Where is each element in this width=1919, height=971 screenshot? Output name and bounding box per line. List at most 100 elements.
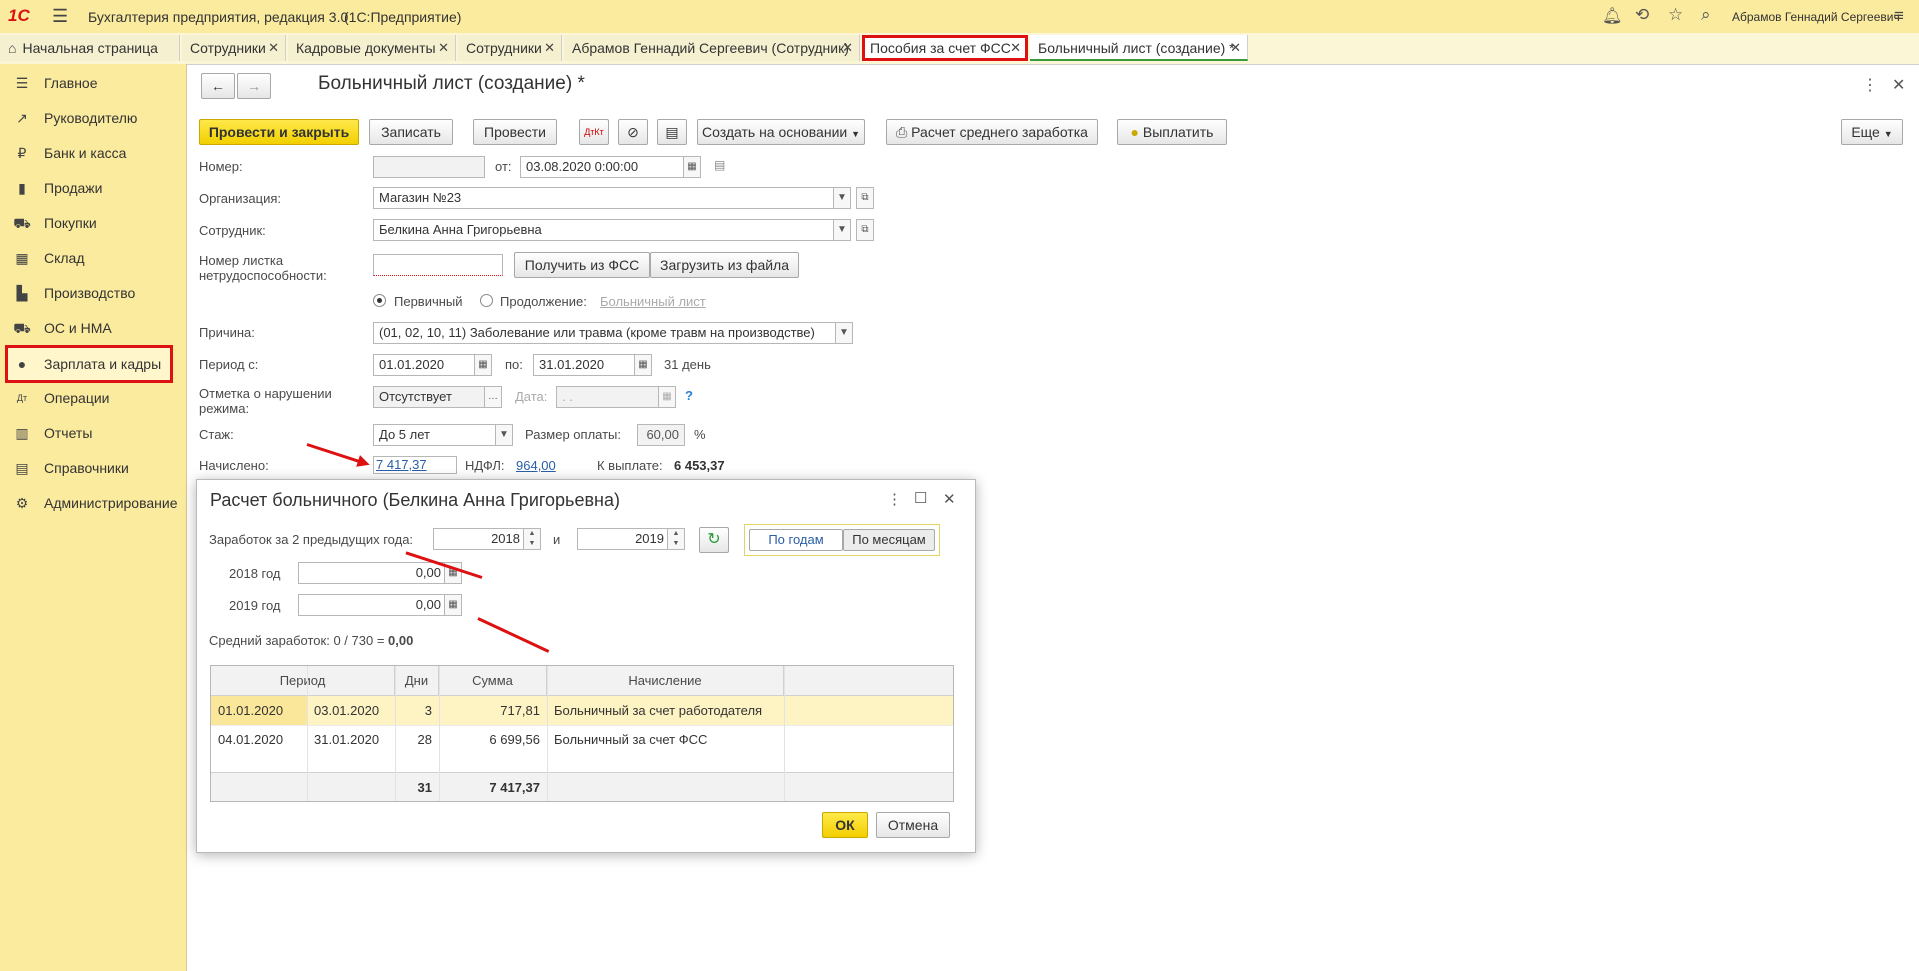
pay-size-field[interactable]: 60,00 [637,424,685,446]
organization-field[interactable]: Магазин №23 [373,187,835,209]
refresh-button[interactable]: ↻ [699,527,729,553]
user-name[interactable]: Абрамов Геннадий Сергеевич [1732,10,1900,24]
col-sum-header[interactable]: Сумма [439,666,547,695]
reason-field[interactable]: (01, 02, 10, 11) Заболевание или травма … [373,322,837,344]
dt-kt-button[interactable]: ДтКт [579,119,609,145]
save-button[interactable]: Записать [369,119,453,145]
table-row[interactable]: 04.01.2020 31.01.2020 28 6 699,56 Больни… [211,725,953,754]
sidebar-item-operations[interactable]: Дт Операции [8,383,170,413]
back-button[interactable]: ← [201,73,235,99]
sidebar-item-warehouse[interactable]: ▦ Склад [8,243,170,273]
sidebar-item-reports[interactable]: ▥ Отчеты [8,418,170,448]
sidebar-item-purchases[interactable]: ⛟ Покупки [8,208,170,238]
maximize-icon[interactable]: ☐ [914,489,927,507]
sick-sheet-link[interactable]: Больничный лист [600,294,706,309]
sidebar-item-assets[interactable]: ⛟ ОС и НМА [8,313,170,343]
tab-employee-abramov[interactable]: Абрамов Геннадий Сергеевич (Сотрудник) ✕ [564,35,860,61]
sidebar-item-sales[interactable]: ▮ Продажи [8,173,170,203]
year1-earnings-field[interactable]: 0,00 [298,562,446,584]
search-icon[interactable]: ⌕ [1701,5,1711,25]
sidebar-item-salary-hr[interactable]: ● Зарплата и кадры [5,345,173,383]
post-button[interactable]: Провести [473,119,557,145]
tab-home[interactable]: ⌂ Начальная страница [0,35,180,61]
ndfl-link[interactable]: 964,00 [516,458,556,473]
year1-field[interactable]: 2018 [433,528,525,550]
col-accrual-header[interactable]: Начисление [547,666,784,695]
continuation-radio[interactable] [480,294,493,307]
open-icon[interactable]: ⧉ [856,187,874,209]
dropdown-icon[interactable]: ▼ [833,219,851,241]
col-days-header[interactable]: Дни [395,666,439,695]
seniority-field[interactable]: До 5 лет [373,424,497,446]
get-from-fss-button[interactable]: Получить из ФСС [514,252,650,278]
period-to-field[interactable]: 31.01.2020 [533,354,635,376]
violation-date-field[interactable]: . . [556,386,659,408]
structure-button[interactable]: ▤ [657,119,687,145]
close-icon[interactable]: ✕ [842,35,853,61]
create-based-button[interactable]: Создать на основании ▼ [697,119,865,145]
forward-button[interactable]: → [237,73,271,99]
ok-button[interactable]: ОК [822,812,868,838]
dropdown-icon[interactable]: ▼ [495,424,513,446]
select-icon[interactable]: … [484,386,502,408]
sidebar-item-production[interactable]: ▙ Производство [8,278,170,308]
year2-spinner[interactable]: ▲ ▼ [667,528,685,550]
calculator-icon[interactable]: ▦ [444,594,462,616]
load-from-file-button[interactable]: Загрузить из файла [650,252,799,278]
close-icon[interactable]: ✕ [438,35,449,61]
close-form-icon[interactable]: ✕ [1892,75,1905,95]
accrued-link[interactable]: 7 417,37 [373,456,457,474]
history-icon[interactable]: ⟲ [1635,5,1649,25]
attach-button[interactable]: ⊘ [618,119,648,145]
primary-radio[interactable] [373,294,386,307]
close-icon[interactable]: ✕ [544,35,555,61]
date-field[interactable]: 03.08.2020 0:00:00 [520,156,685,178]
tab-hr-documents[interactable]: Кадровые документы ✕ [288,35,456,61]
more-actions-icon[interactable]: ⋮ [887,490,902,508]
tab-fss-benefits[interactable]: Пособия за счет ФСС ✕ [862,35,1028,61]
sidebar-item-main[interactable]: ☰ Главное [8,68,170,98]
hamburger-menu-icon[interactable]: ☰ [52,6,68,27]
calc-avg-earnings-button[interactable]: ⎙ Расчет среднего заработка [886,119,1098,145]
bell-icon[interactable]: 🔔︎ [1602,6,1622,26]
pay-button[interactable]: ● Выплатить [1117,119,1227,145]
dropdown-icon[interactable]: ▼ [833,187,851,209]
table-row[interactable]: 01.01.2020 03.01.2020 3 717,81 Больничны… [211,696,953,726]
sidebar-item-manager[interactable]: ↗ Руководителю [8,103,170,133]
more-actions-icon[interactable]: ⋮ [1862,75,1878,95]
sidebar-item-bank[interactable]: ₽ Банк и касса [8,138,170,168]
star-icon[interactable]: ☆ [1668,5,1683,25]
tab-sick-leave[interactable]: Больничный лист (создание) * ✕ [1030,35,1248,61]
post-and-close-button[interactable]: Провести и закрыть [199,119,359,145]
close-icon[interactable]: ✕ [943,490,956,508]
close-icon[interactable]: ✕ [1010,35,1021,61]
more-button[interactable]: Еще ▼ [1841,119,1903,145]
period-from-field[interactable]: 01.01.2020 [373,354,475,376]
by-years-toggle[interactable]: По годам [749,529,843,551]
year1-spinner[interactable]: ▲ ▼ [523,528,541,550]
by-months-toggle[interactable]: По месяцам [843,529,935,551]
tab-employees[interactable]: Сотрудники ✕ [182,35,286,61]
employee-field[interactable]: Белкина Анна Григорьевна [373,219,835,241]
cancel-button[interactable]: Отмена [876,812,950,838]
open-icon[interactable]: ⧉ [856,219,874,241]
calendar-icon[interactable]: ▦ [474,354,492,376]
sidebar-item-catalogs[interactable]: ▤ Справочники [8,453,170,483]
close-icon[interactable]: ✕ [1230,35,1241,61]
calendar-icon[interactable]: ▦ [634,354,652,376]
calendar-icon[interactable]: ▦ [658,386,676,408]
year2-earnings-field[interactable]: 0,00 [298,594,446,616]
comment-icon[interactable]: ▤ [714,158,725,172]
year2-field[interactable]: 2019 [577,528,669,550]
sidebar-item-admin[interactable]: ⚙ Администрирование [8,488,178,518]
sick-sheet-number-field[interactable] [373,254,503,276]
main-menu-icon[interactable]: ≡ [1894,6,1904,26]
number-field[interactable] [373,156,485,178]
col-period-header[interactable]: Период [211,666,395,695]
dropdown-icon[interactable]: ▼ [835,322,853,344]
help-icon[interactable]: ? [685,388,693,403]
tab-employees-2[interactable]: Сотрудники ✕ [458,35,562,61]
close-icon[interactable]: ✕ [268,35,279,61]
violation-field[interactable]: Отсутствует [373,386,485,408]
calendar-icon[interactable]: ▦ [683,156,701,178]
